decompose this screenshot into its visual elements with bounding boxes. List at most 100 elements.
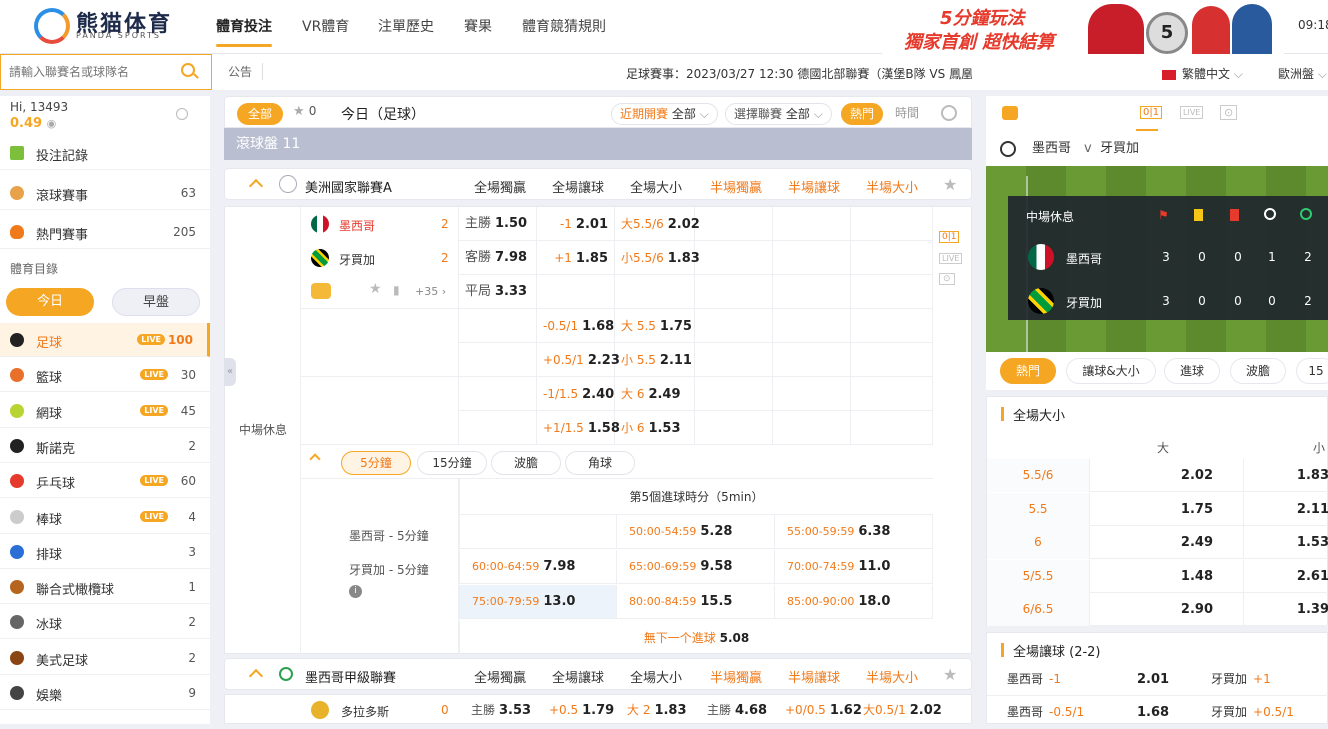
ou-under-odds[interactable]: 2.11	[1243, 492, 1328, 526]
ou-under-odds[interactable]: 1.83	[1243, 459, 1328, 492]
five-min-odds-cell[interactable]	[459, 515, 617, 549]
odds-cell[interactable]: +1/1.5 1.58	[537, 411, 620, 445]
sidebar-item-sport[interactable]: 籃球 LIVE 30	[0, 358, 210, 393]
sidebar-item-sport[interactable]: 棒球 LIVE 4	[0, 500, 210, 534]
odds-cell[interactable]: 小 6 1.53	[615, 411, 695, 445]
five-min-odds-cell[interactable]: 55:00-59:59 6.38	[775, 515, 933, 549]
tab-goals[interactable]: 進球	[1164, 358, 1220, 384]
tab-15min[interactable]: 15分鐘	[417, 451, 487, 475]
collapse-chevron-icon[interactable]	[248, 668, 264, 684]
odds-cell[interactable]: 大 6 2.49	[615, 377, 695, 411]
nav-results[interactable]: 賽果	[464, 16, 492, 36]
live-section-header[interactable]: 滾球盤 11	[224, 128, 972, 160]
sidebar-item-sport[interactable]: 聯合式橄欖球 1	[0, 570, 210, 605]
star-icon[interactable]: ★	[369, 281, 382, 297]
recent-start-select[interactable]: 近期開賽 全部 ⌵	[611, 103, 718, 125]
star-icon[interactable]: ★	[943, 665, 957, 684]
odds-cell[interactable]	[459, 411, 537, 445]
ou-over-odds[interactable]: 1.48	[1089, 559, 1243, 593]
sidebar-item-live-events[interactable]: 滾球賽事 63	[0, 176, 210, 210]
tab-hot[interactable]: 熱門	[1000, 358, 1056, 384]
ou-over-odds[interactable]: 2.90	[1089, 593, 1243, 626]
sidebar-item-bet-records[interactable]: 投注記錄	[0, 136, 210, 170]
sidebar-item-sport[interactable]: 斯諾克 2	[0, 429, 210, 463]
odds-cell[interactable]: 大 2 1.83	[615, 695, 695, 723]
tab-correct-score[interactable]: 波膽	[491, 451, 561, 475]
odds-cell[interactable]: -1 2.01	[537, 207, 615, 241]
odds-cell[interactable]	[615, 275, 695, 309]
panda-logo-icon[interactable]	[34, 8, 70, 44]
sort-hot-button[interactable]: 熱門	[841, 103, 884, 125]
odds-cell[interactable]	[459, 343, 537, 377]
live-stream-icon[interactable]: LIVE	[939, 253, 963, 264]
nav-vr-sports[interactable]: VR體育	[302, 16, 349, 36]
sidebar-item-sport[interactable]: 冰球 2	[0, 605, 210, 640]
handicap-home-odds[interactable]: 1.68	[1137, 696, 1169, 729]
odds-cell[interactable]: 大0.5/1 2.02	[851, 695, 942, 723]
search-icon[interactable]	[181, 63, 195, 77]
tab-correct-score[interactable]: 波膽	[1230, 358, 1286, 384]
ou-under-odds[interactable]: 2.61	[1243, 559, 1328, 593]
odds-cell[interactable]: +0.5 1.79	[537, 695, 617, 723]
refresh-icon[interactable]	[176, 108, 188, 120]
sidebar-item-sport[interactable]: 美式足球 2	[0, 641, 210, 675]
five-min-odds-cell[interactable]: 75:00-79:59 13.0	[459, 585, 617, 619]
ou-over-odds[interactable]: 2.02	[1089, 459, 1243, 492]
odds-cell[interactable]: +0/0.5 1.62	[773, 695, 862, 723]
refresh-icon[interactable]	[941, 105, 957, 121]
sidebar-item-sport[interactable]: 乒乓球 LIVE 60	[0, 464, 210, 499]
ou-under-odds[interactable]: 1.39	[1243, 593, 1328, 626]
tab-5min[interactable]: 5分鐘	[341, 451, 411, 475]
odds-cell[interactable]: 大5.5/6 2.02	[615, 207, 700, 241]
odds-cell[interactable]: 主勝 1.50	[459, 207, 537, 241]
no-goal-cell[interactable]: 無下一个進球 5.08	[459, 621, 933, 655]
animation-icon[interactable]: ⊙	[939, 273, 955, 285]
more-markets-link[interactable]: +35 ›	[415, 285, 446, 298]
sidebar-item-sport[interactable]: 娛樂 9	[0, 676, 210, 710]
team-name[interactable]: 多拉多斯	[341, 703, 389, 720]
filter-all-button[interactable]: 全部	[237, 103, 283, 125]
odds-cell[interactable]: -0.5/1 1.68	[537, 309, 615, 343]
odds-cell[interactable]: 小5.5/6 1.83	[615, 241, 700, 275]
five-min-odds-cell[interactable]: 70:00-74:59 11.0	[775, 550, 933, 584]
odds-cell[interactable]	[459, 377, 537, 411]
nav-rules[interactable]: 體育競猜規則	[522, 16, 606, 36]
odds-format-select[interactable]: 歐洲盤 ⌵	[1278, 65, 1327, 82]
five-min-odds-cell[interactable]: 65:00-69:59 9.58	[617, 550, 775, 584]
league-select[interactable]: 選擇聯賽 全部 ⌵	[725, 103, 832, 125]
eye-icon[interactable]: ◉	[47, 117, 57, 130]
collapse-sidebar-handle[interactable]: «	[224, 358, 236, 386]
bet-slip-icon[interactable]	[1002, 106, 1018, 120]
handicap-home-odds[interactable]: 2.01	[1137, 663, 1169, 696]
league-header[interactable]: 墨西哥甲級聯賽 全場獨贏 全場讓球 全場大小 半場獨贏 半場讓球 半場大小 ★	[224, 658, 972, 690]
odds-cell[interactable]: +0.5/1 2.23	[537, 343, 620, 377]
tab-corners[interactable]: 角球	[565, 451, 635, 475]
sidebar-item-hot-events[interactable]: 熱門賽事 205	[0, 215, 210, 249]
handicap-away[interactable]: 牙買加 +1	[1211, 663, 1271, 696]
live-stream-icon[interactable]: LIVE	[1180, 106, 1204, 119]
sidebar-item-sport[interactable]: 排球 3	[0, 535, 210, 569]
info-icon[interactable]: i	[349, 585, 362, 598]
nav-sports-betting[interactable]: 體育投注	[216, 16, 272, 36]
odds-cell[interactable]: 主勝 4.68	[695, 695, 775, 723]
collapse-chevron-icon[interactable]	[248, 178, 264, 194]
odds-cell[interactable]: 平局 3.33	[459, 275, 537, 309]
handicap-home[interactable]: 墨西哥 -1	[1007, 663, 1061, 696]
odds-cell[interactable]	[537, 275, 615, 309]
ou-over-odds[interactable]: 1.75	[1089, 492, 1243, 526]
odds-cell[interactable]: -1/1.5 2.40	[537, 377, 615, 411]
five-min-odds-cell[interactable]: 85:00-90:00 18.0	[775, 585, 933, 619]
today-button[interactable]: 今日	[6, 288, 94, 316]
tab-handicap-ou[interactable]: 讓球&大小	[1066, 358, 1156, 384]
odds-cell[interactable]: 小 5.5 2.11	[615, 343, 695, 377]
scoreboard-icon[interactable]: 0|1	[1140, 106, 1163, 119]
ou-over-odds[interactable]: 2.49	[1089, 526, 1243, 559]
animation-icon[interactable]: ⊙	[1220, 105, 1238, 120]
odds-cell[interactable]: +1 1.85	[537, 241, 615, 275]
handicap-away[interactable]: 牙買加 +0.5/1	[1211, 696, 1294, 729]
scoreboard-icon[interactable]: 0|1	[939, 231, 960, 243]
home-team[interactable]: 墨西哥	[339, 217, 375, 234]
ou-under-odds[interactable]: 1.53	[1243, 526, 1328, 559]
favorites-toggle[interactable]: ★ 0	[293, 104, 316, 119]
odds-cell[interactable]: 主勝 3.53	[459, 695, 539, 723]
